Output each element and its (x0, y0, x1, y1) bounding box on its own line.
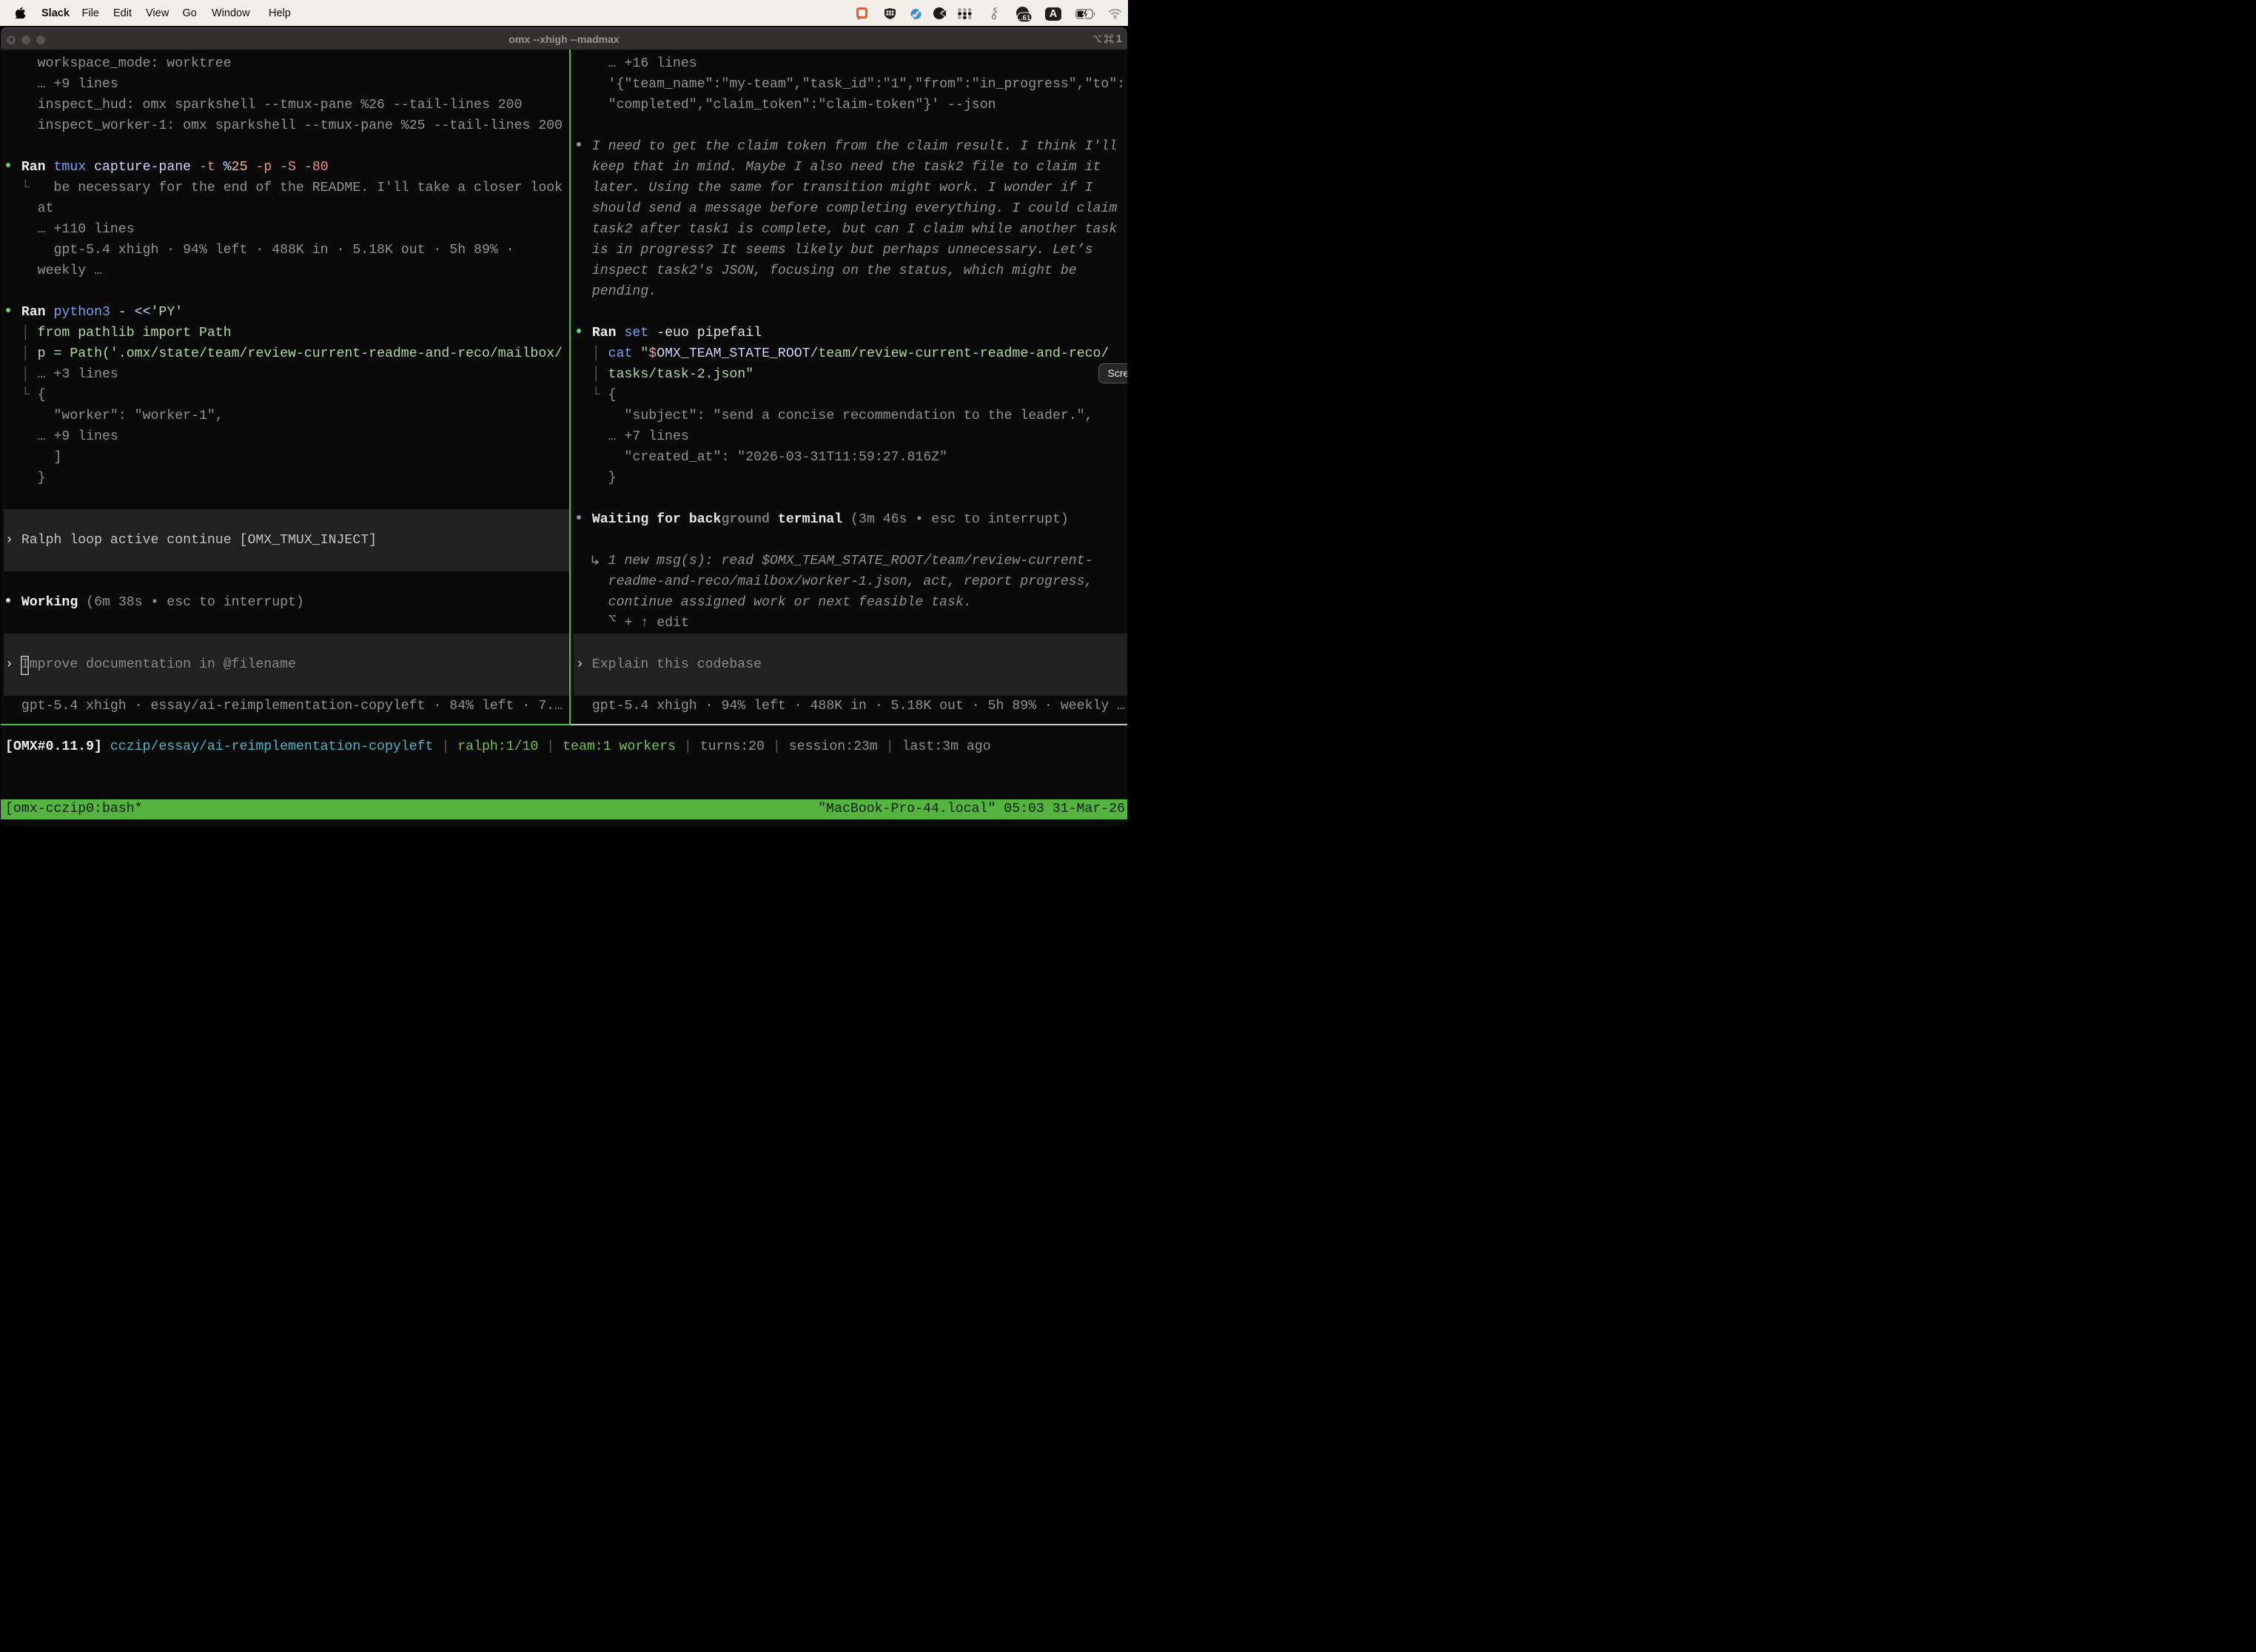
svg-text:..61: ..61 (1018, 14, 1031, 22)
